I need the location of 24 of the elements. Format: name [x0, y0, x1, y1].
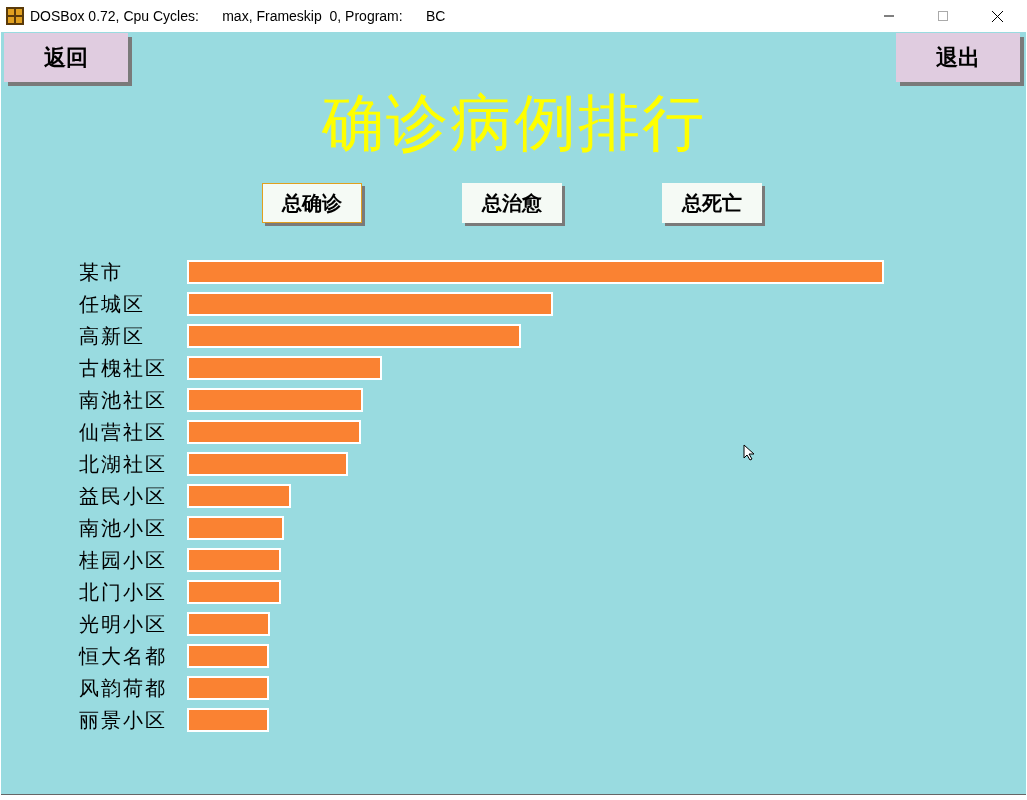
area-label: 某市: [79, 258, 124, 286]
mouse-pointer-icon: [743, 444, 755, 461]
area-label: 仙营社区: [79, 418, 168, 446]
area-label: 北湖社区: [79, 450, 168, 478]
area-label: 南池社区: [79, 386, 168, 414]
window-title: DOSBox 0.72, Cpu Cycles: max, Frameskip 0, Program: BC: [30, 8, 446, 24]
tab[interactable]: 总确诊: [261, 183, 362, 223]
area-label: 任城区: [79, 290, 146, 318]
area-label: 恒大名都: [79, 642, 168, 670]
area-label: 益民小区: [79, 482, 168, 510]
area-label: 风韵荷都: [79, 674, 168, 702]
area-label: 高新区: [79, 322, 146, 350]
tab[interactable]: 总治愈: [461, 183, 562, 223]
area-label: 古槐社区: [79, 354, 168, 382]
page-heading: 确诊病例排行: [320, 85, 707, 161]
maximize-icon[interactable]: [938, 11, 948, 21]
area-label: 南池小区: [79, 514, 168, 542]
area-label: 光明小区: [79, 610, 168, 638]
area-label: 丽景小区: [79, 706, 168, 734]
close-icon[interactable]: [992, 10, 1003, 22]
area-label: 北门小区: [79, 578, 168, 606]
tab[interactable]: 总死亡: [661, 183, 762, 223]
app-icon: [6, 7, 24, 25]
area-label: 桂园小区: [79, 546, 168, 574]
